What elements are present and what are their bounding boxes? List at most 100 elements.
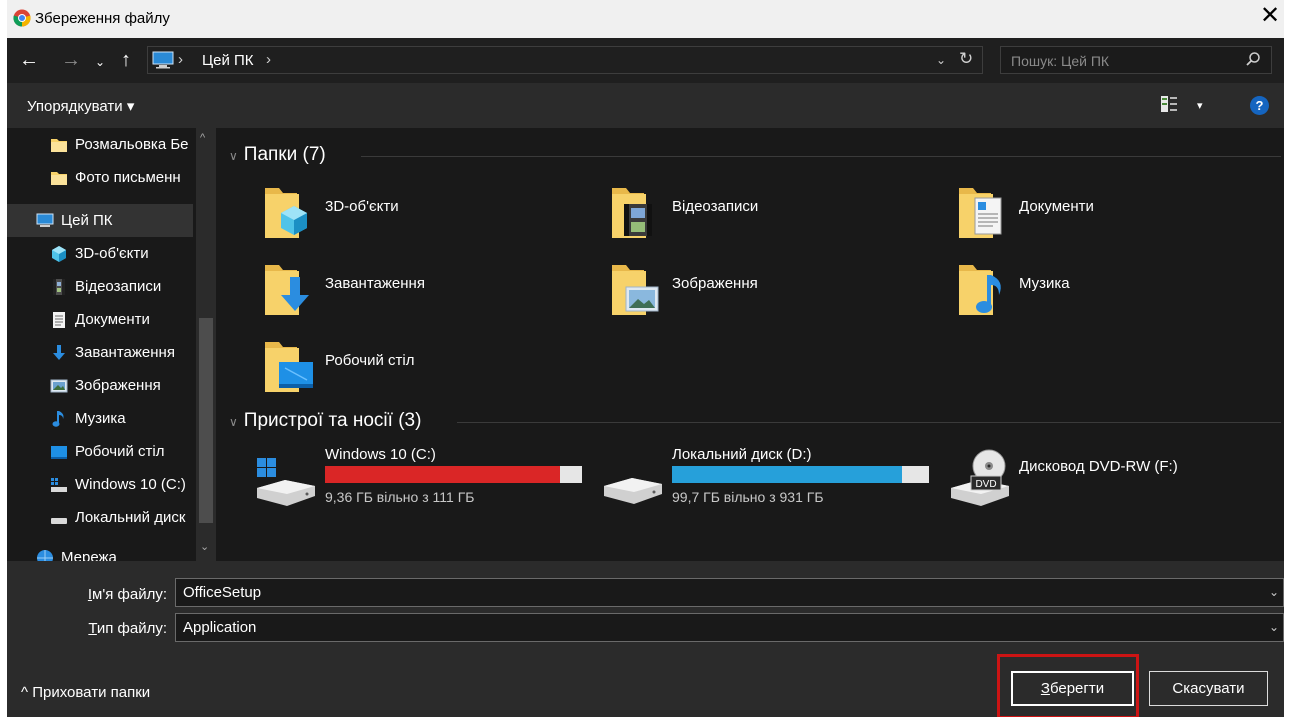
accelerator-key: З [1040, 680, 1050, 697]
sidebar-item-3d-objects[interactable]: 3D-об'єкти [7, 237, 193, 270]
sidebar-item-drive-d[interactable]: Локальний диск [7, 501, 193, 534]
network-icon [37, 550, 53, 561]
sidebar-item-label: Мережа [61, 549, 117, 561]
filetype-value[interactable]: Application [183, 619, 256, 636]
view-options-icon[interactable] [1160, 95, 1178, 113]
downloads-icon [53, 345, 65, 360]
folder-name: Відеозаписи [672, 198, 759, 215]
scrollbar-thumb[interactable] [199, 318, 213, 523]
save-label: берегти [1049, 680, 1105, 697]
group-title: Пристрої та носії (3) [243, 410, 422, 431]
folder-tile-documents[interactable]: Документи [957, 184, 1284, 254]
computer-icon [36, 213, 54, 227]
drive-name: Дисковод DVD-RW (F:) [1019, 458, 1178, 475]
breadcrumb-separator[interactable]: › [178, 51, 183, 68]
chevron-down-icon[interactable]: ⌄ [1269, 585, 1279, 599]
sidebar-item-videos[interactable]: Відеозаписи [7, 270, 193, 303]
sidebar-item-label: Робочий стіл [75, 443, 165, 460]
sidebar-item-drive-c[interactable]: Windows 10 (C:) [7, 468, 193, 501]
sidebar-item-downloads[interactable]: Завантаження [7, 336, 193, 369]
folder-tile-pictures[interactable]: Зображення [610, 261, 940, 331]
breadcrumb-this-pc[interactable]: Цей ПК [202, 52, 254, 69]
sidebar-item-this-pc[interactable]: Цей ПК [7, 204, 193, 237]
sidebar-item-network[interactable]: Мережа [7, 541, 193, 561]
folder-tile-3d-objects[interactable]: 3D-об'єкти [263, 184, 593, 254]
drive-tile-d[interactable]: Локальний диск (D:) 99,7 ГБ вільно з 931… [602, 446, 932, 516]
drive-icon [51, 518, 67, 524]
sidebar-item-documents[interactable]: Документи [7, 303, 193, 336]
recent-locations-button[interactable]: ⌄ [95, 50, 105, 74]
filename-value[interactable]: OfficeSetup [183, 584, 261, 601]
sidebar-item-label: Відеозаписи [75, 278, 162, 295]
title-bar: Збереження файлу ✕ [7, 0, 1284, 38]
folder-tile-videos[interactable]: Відеозаписи [610, 184, 940, 254]
chevron-down-icon: ∨ [229, 415, 238, 429]
chrome-icon [13, 9, 31, 27]
drive-usage-bar [672, 466, 929, 483]
sidebar-item-label: Документи [75, 311, 150, 328]
save-file-dialog: Збереження файлу ✕ ← → ⌄ ↑ › Цей ПК › ⌄ … [7, 0, 1284, 717]
drive-tile-dvd[interactable]: DVD Дисковод DVD-RW (F:) [949, 446, 1279, 516]
filetype-label: Тип файлу: [77, 620, 167, 637]
folders-group-header[interactable]: ∨ Папки (7) [229, 144, 326, 166]
sidebar-item-foto[interactable]: Фото письменн [7, 161, 193, 194]
breadcrumb-separator[interactable]: › [266, 51, 271, 68]
close-button[interactable]: ✕ [1257, 0, 1283, 32]
up-button[interactable]: ↑ [121, 48, 131, 72]
address-dropdown[interactable]: ⌄ [936, 53, 946, 67]
drive-icon [604, 478, 662, 504]
search-box[interactable] [1000, 46, 1272, 74]
filename-field[interactable]: OfficeSetup ⌄ [175, 578, 1284, 607]
sidebar-item-music[interactable]: Музика [7, 402, 193, 435]
videos-icon [53, 279, 65, 295]
folder-tile-music[interactable]: Музика [957, 261, 1284, 331]
music-folder-icon [959, 265, 1001, 315]
folder-tile-downloads[interactable]: Завантаження [263, 261, 593, 331]
sidebar-item-label: Windows 10 (C:) [75, 476, 186, 493]
label-text: ип файлу: [96, 620, 167, 637]
devices-group-header[interactable]: ∨ Пристрої та носії (3) [229, 410, 421, 432]
navigation-pane: Розмальовка Бе Фото письменн Цей ПК 3D-о… [7, 128, 217, 561]
cancel-button[interactable]: Скасувати [1149, 671, 1268, 706]
back-button[interactable]: ← [19, 48, 39, 72]
drive-tile-c[interactable]: Windows 10 (C:) 9,36 ГБ вільно з 111 ГБ [255, 446, 585, 516]
hide-folders-button[interactable]: ^ Приховати папки [21, 684, 150, 701]
sidebar-item-rozmalovka[interactable]: Розмальовка Бе [7, 128, 193, 161]
forward-button[interactable]: → [61, 48, 81, 72]
drive-free-space: 99,7 ГБ вільно з 931 ГБ [672, 489, 824, 505]
address-bar[interactable]: › Цей ПК › ⌄ ↻ [147, 46, 983, 74]
sidebar-item-label: Фото письменн [75, 169, 181, 186]
chevron-down-icon[interactable]: ⌄ [1269, 620, 1279, 634]
group-divider [361, 156, 1281, 157]
drive-name: Windows 10 (C:) [325, 446, 436, 463]
view-dropdown[interactable]: ▾ [1197, 99, 1203, 112]
folder-name: Музика [1019, 275, 1070, 292]
pictures-icon [50, 379, 68, 393]
folder-name: 3D-об'єкти [325, 198, 399, 215]
desktop-icon [51, 446, 67, 459]
filetype-select[interactable]: Application ⌄ [175, 613, 1284, 642]
scroll-down-button[interactable]: ⌄ [200, 540, 209, 553]
chevron-down-icon: ∨ [229, 149, 238, 163]
sidebar-item-pictures[interactable]: Зображення [7, 369, 193, 402]
refresh-icon[interactable]: ↻ [959, 49, 973, 69]
desktop-folder-icon [265, 342, 313, 392]
save-button[interactable]: Зберегти [1011, 671, 1134, 706]
sidebar-item-desktop[interactable]: Робочий стіл [7, 435, 193, 468]
folder-tile-desktop[interactable]: Робочий стіл [263, 338, 593, 408]
scroll-up-button[interactable]: ^ [200, 132, 205, 144]
computer-icon [152, 51, 174, 69]
search-input[interactable] [1009, 50, 1243, 72]
folder-name: Робочий стіл [325, 352, 415, 369]
filename-label: Ім'я файлу: [77, 586, 167, 603]
command-bar: Упорядкувати ▾ ▾ ? [7, 83, 1284, 128]
sidebar-scrollbar[interactable]: ^ ⌄ [196, 128, 216, 561]
help-button[interactable]: ? [1250, 96, 1269, 115]
dvd-drive-icon: DVD [951, 449, 1009, 506]
downloads-folder-icon [265, 265, 309, 315]
folder-name: Завантаження [325, 275, 425, 292]
search-icon[interactable] [1245, 51, 1261, 67]
music-icon [52, 411, 64, 427]
organize-button[interactable]: Упорядкувати ▾ [27, 97, 134, 115]
sidebar-item-label: Завантаження [75, 344, 175, 361]
